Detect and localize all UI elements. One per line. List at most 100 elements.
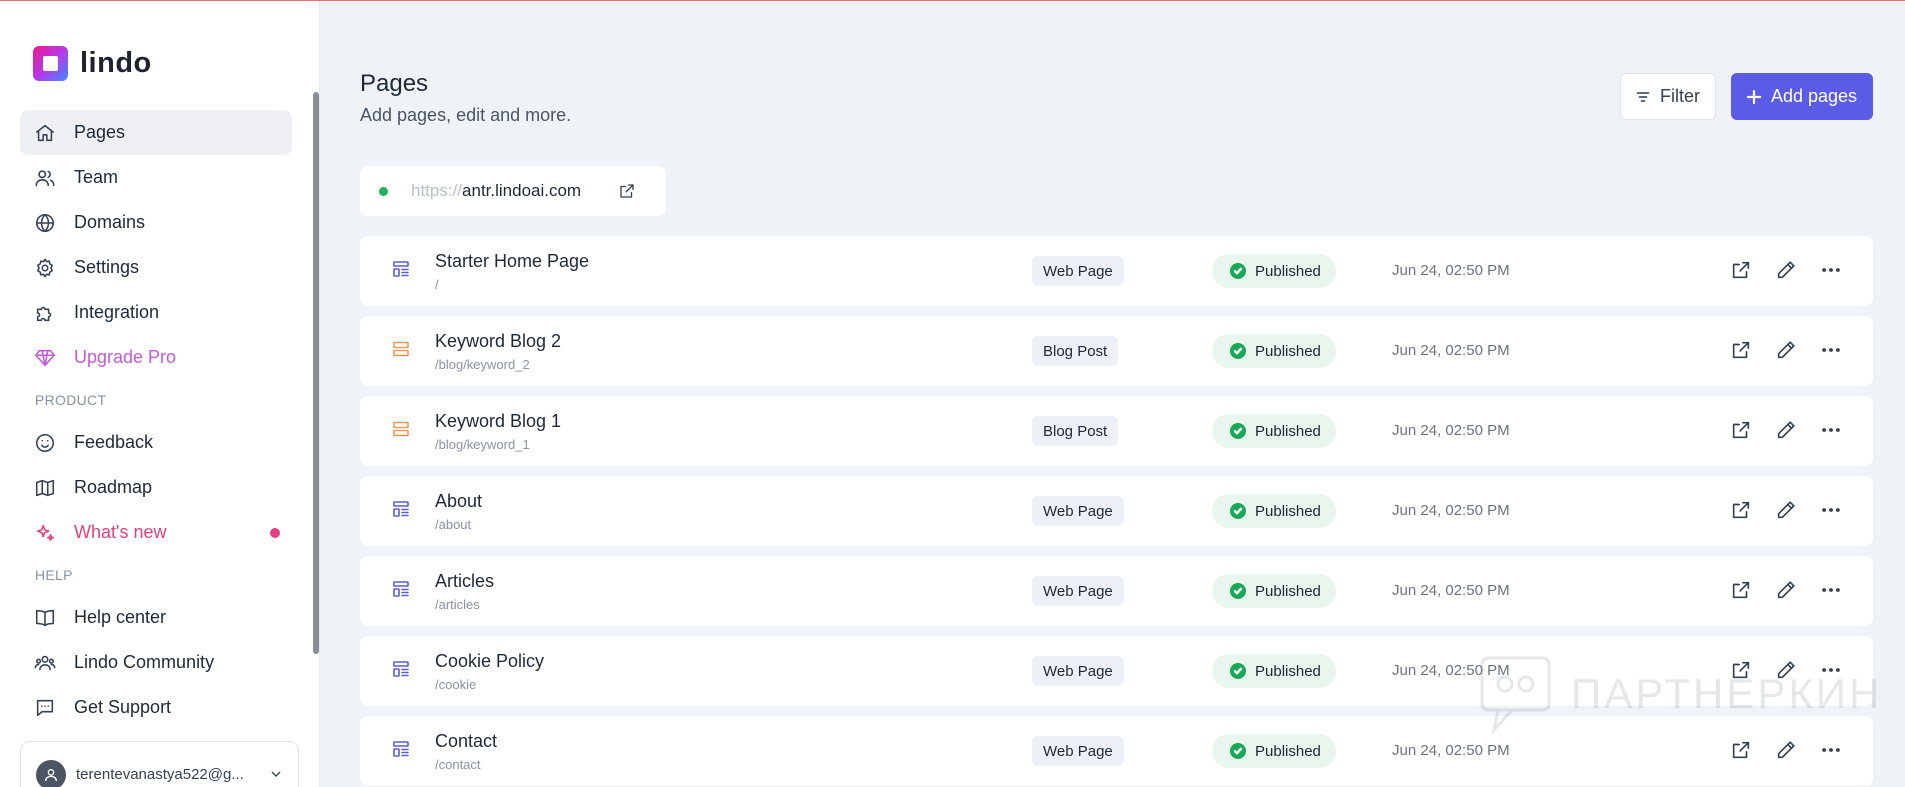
page-row[interactable]: Starter Home Page / Web Page Published Jun 2… — [360, 236, 1873, 306]
plus-icon — [1746, 89, 1761, 104]
page-name[interactable]: Starter Home Page — [435, 251, 589, 272]
page-date: Jun 24, 02:50 PM — [1392, 662, 1510, 679]
map-icon — [33, 476, 57, 500]
status-badge: Published — [1212, 654, 1336, 688]
sidebar-item-upgrade-pro[interactable]: Upgrade Pro — [20, 335, 292, 380]
more-options-icon[interactable] — [1819, 258, 1842, 281]
avatar — [36, 760, 66, 787]
more-options-icon[interactable] — [1819, 578, 1842, 601]
page-date: Jun 24, 02:50 PM — [1392, 502, 1510, 519]
page-row[interactable]: Articles/articles Web Page Published Jun 24… — [360, 556, 1873, 626]
status-badge: Published — [1212, 494, 1336, 528]
page-row[interactable]: Keyword Blog 2/blog/keyword_2 Blog Post Pu… — [360, 316, 1873, 386]
sidebar-item-feedback[interactable]: Feedback — [20, 420, 292, 465]
sidebar-item-label: Integration — [74, 302, 160, 322]
section-heading-product: PRODUCT — [35, 392, 107, 408]
gear-icon — [33, 256, 57, 280]
sidebar-item-label: Domains — [74, 212, 146, 232]
row-actions — [1729, 498, 1842, 521]
page-name[interactable]: Keyword Blog 2 — [435, 331, 561, 352]
blog-post-icon — [392, 420, 410, 438]
edit-pencil-icon[interactable] — [1774, 418, 1797, 441]
sidebar-item-label: Settings — [74, 257, 140, 277]
page-row[interactable]: About/about Web Page Published Jun 24, 02:5… — [360, 476, 1873, 546]
domain-host: antr.lindoai.com — [462, 181, 582, 200]
add-pages-button-label: Add pages — [1770, 86, 1858, 106]
open-page-icon[interactable] — [1729, 738, 1752, 761]
open-page-icon[interactable] — [1729, 498, 1752, 521]
sidebar-item-settings[interactable]: Settings — [20, 245, 292, 290]
sidebar-item-label: Help center — [74, 607, 167, 627]
sidebar-item-get-support[interactable]: Get Support — [20, 685, 292, 730]
web-page-icon — [392, 740, 410, 758]
book-icon — [33, 606, 57, 630]
edit-pencil-icon[interactable] — [1774, 578, 1797, 601]
sidebar-item-roadmap[interactable]: Roadmap — [20, 465, 292, 510]
status-label: Published — [1255, 662, 1321, 680]
page-row[interactable]: Contact/contact Web Page Published Jun 24, … — [360, 716, 1873, 786]
domain-link[interactable]: https:// antr.lindoai.com — [360, 166, 666, 216]
web-page-icon — [392, 500, 410, 518]
filter-button[interactable]: Filter — [1620, 73, 1716, 120]
blog-post-icon — [392, 340, 410, 358]
status-badge: Published — [1212, 334, 1336, 368]
page-row[interactable]: Keyword Blog 1/blog/keyword_1 Blog Post Pu… — [360, 396, 1873, 466]
open-page-icon[interactable] — [1729, 338, 1752, 361]
more-options-icon[interactable] — [1819, 338, 1842, 361]
page-type-badge: Web Page — [1032, 256, 1124, 286]
status-label: Published — [1255, 342, 1321, 360]
sidebar-item-integration[interactable]: Integration — [20, 290, 292, 335]
edit-pencil-icon[interactable] — [1774, 738, 1797, 761]
sidebar-item-label: Team — [74, 167, 119, 187]
open-page-icon[interactable] — [1729, 418, 1752, 441]
add-pages-button[interactable]: Add pages — [1731, 73, 1873, 120]
logo-mark-icon — [33, 46, 68, 81]
edit-pencil-icon[interactable] — [1774, 258, 1797, 281]
open-page-icon[interactable] — [1729, 258, 1752, 281]
check-circle-icon — [1230, 583, 1246, 599]
open-page-icon[interactable] — [1729, 578, 1752, 601]
sidebar-nav: Pages Team Domains Settings Integration — [20, 110, 292, 730]
chevron-down-icon — [268, 766, 284, 787]
more-options-icon[interactable] — [1819, 738, 1842, 761]
logo[interactable]: lindo — [33, 46, 152, 81]
more-options-icon[interactable] — [1819, 418, 1842, 441]
page-row[interactable]: Cookie Policy/cookie Web Page Published Jun… — [360, 636, 1873, 706]
page-name[interactable]: Cookie Policy — [435, 651, 544, 672]
filter-icon — [1636, 91, 1650, 102]
sidebar-item-team[interactable]: Team — [20, 155, 292, 200]
page-name[interactable]: Articles — [435, 571, 494, 592]
sidebar-item-help-center[interactable]: Help center — [20, 595, 292, 640]
sidebar: lindo Pages Team Domains Settings Integr… — [0, 0, 320, 787]
sidebar-item-label: Roadmap — [74, 477, 153, 497]
row-actions — [1729, 578, 1842, 601]
sidebar-item-pages[interactable]: Pages — [20, 110, 292, 155]
logo-text: lindo — [80, 47, 152, 79]
page-path: /cookie — [435, 677, 477, 692]
sidebar-item-label: Get Support — [74, 697, 172, 717]
page-path: /about — [435, 517, 472, 532]
more-options-icon[interactable] — [1819, 498, 1842, 521]
sidebar-item-domains[interactable]: Domains — [20, 200, 292, 245]
sidebar-item-lindo-community[interactable]: Lindo Community — [20, 640, 292, 685]
page-name[interactable]: Contact — [435, 731, 497, 752]
page-type-badge: Web Page — [1032, 736, 1124, 766]
sidebar-item-whats-new[interactable]: What's new — [20, 510, 292, 555]
sidebar-item-label: Lindo Community — [74, 652, 215, 672]
page-name[interactable]: About — [435, 491, 482, 512]
open-page-icon[interactable] — [1729, 658, 1752, 681]
pages-list: Starter Home Page / Web Page Published Jun 2… — [360, 236, 1873, 787]
external-link-icon[interactable] — [618, 182, 636, 200]
status-label: Published — [1255, 742, 1321, 760]
more-options-icon[interactable] — [1819, 658, 1842, 681]
edit-pencil-icon[interactable] — [1774, 338, 1797, 361]
community-icon — [33, 651, 57, 675]
chat-icon — [33, 696, 57, 720]
sidebar-scrollbar[interactable] — [313, 92, 319, 654]
edit-pencil-icon[interactable] — [1774, 658, 1797, 681]
account-switcher[interactable]: terentevanastya522@g... — [20, 741, 299, 787]
edit-pencil-icon[interactable] — [1774, 498, 1797, 521]
page-name[interactable]: Keyword Blog 1 — [435, 411, 561, 432]
row-actions — [1729, 658, 1842, 681]
users-icon — [33, 166, 57, 190]
